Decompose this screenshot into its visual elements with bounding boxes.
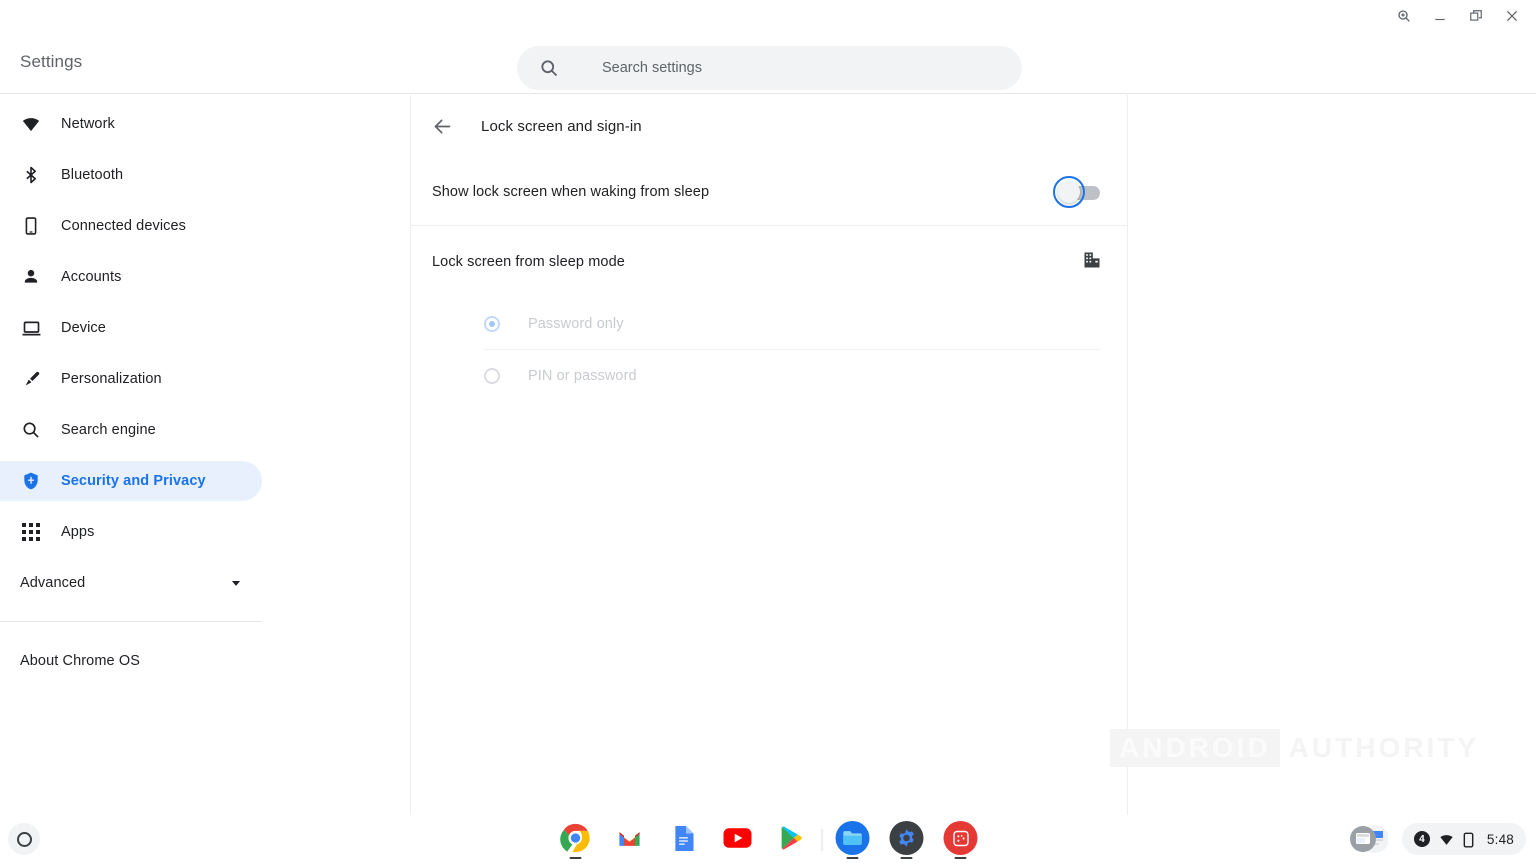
sidebar-item-label: Bluetooth bbox=[61, 167, 124, 183]
shelf-app-files[interactable] bbox=[826, 821, 880, 859]
radio-label: Password only bbox=[528, 315, 624, 332]
sidebar-item-label: Apps bbox=[61, 524, 95, 540]
sidebar-item-apps[interactable]: Apps bbox=[0, 512, 262, 552]
sidebar-item-label: Device bbox=[61, 320, 106, 336]
sidebar-item-personalization[interactable]: Personalization bbox=[0, 359, 262, 399]
battery-icon bbox=[1463, 832, 1478, 848]
phone-icon bbox=[20, 215, 42, 237]
chevron-down-icon bbox=[229, 576, 243, 590]
show-lock-screen-row[interactable]: Show lock screen when waking from sleep bbox=[411, 158, 1127, 226]
settings-gear-icon bbox=[889, 821, 924, 855]
page-title: Settings bbox=[20, 52, 83, 71]
watermark-suffix: AUTHORITY bbox=[1288, 732, 1479, 763]
chromeos-settings-screen: Settings Network bbox=[0, 0, 1536, 864]
sidebar-item-about-chrome-os[interactable]: About Chrome OS bbox=[0, 641, 262, 681]
radio-button[interactable] bbox=[484, 315, 500, 332]
shelf: 4 5:48 bbox=[0, 815, 1536, 864]
search-icon bbox=[539, 58, 559, 78]
shelf-app-play-store[interactable] bbox=[765, 821, 819, 859]
search-bar[interactable] bbox=[517, 46, 1022, 90]
maximize-icon[interactable] bbox=[1458, 1, 1494, 31]
notification-count-badge: 4 bbox=[1413, 831, 1430, 847]
shelf-app-dice[interactable] bbox=[934, 821, 988, 859]
person-icon bbox=[20, 266, 42, 288]
tray-window-preview[interactable] bbox=[1350, 822, 1389, 856]
sidebar-item-label: Accounts bbox=[61, 269, 122, 285]
shield-icon bbox=[20, 470, 42, 492]
sidebar-item-label: Connected devices bbox=[61, 218, 187, 234]
paintbrush-icon bbox=[20, 368, 42, 390]
content-header: Lock screen and sign-in bbox=[411, 95, 1127, 158]
radio-row-pin-or-password[interactable]: PIN or password bbox=[484, 350, 1100, 402]
sidebar-divider bbox=[0, 621, 262, 622]
settings-content-panel: Lock screen and sign-in Show lock screen… bbox=[410, 95, 1128, 815]
files-icon bbox=[835, 821, 870, 855]
dice-app-icon bbox=[943, 821, 978, 855]
watermark: ANDROID AUTHORITY bbox=[1110, 729, 1479, 767]
bluetooth-icon bbox=[20, 164, 42, 186]
close-icon[interactable] bbox=[1494, 1, 1530, 31]
system-tray[interactable]: 4 5:48 bbox=[1401, 823, 1526, 855]
play-store-icon bbox=[774, 821, 809, 855]
sidebar-item-label: Personalization bbox=[61, 371, 162, 387]
shelf-separator bbox=[821, 829, 823, 851]
settings-sidebar: Network Bluetooth Connected devices Acco… bbox=[0, 95, 410, 815]
right-empty-pane: ANDROID AUTHORITY bbox=[1110, 95, 1536, 815]
radio-label: PIN or password bbox=[528, 368, 637, 384]
content-title: Lock screen and sign-in bbox=[481, 118, 642, 135]
sidebar-item-label: Security and Privacy bbox=[61, 473, 206, 489]
back-arrow-icon[interactable] bbox=[432, 116, 453, 137]
shelf-app-chrome[interactable] bbox=[549, 821, 603, 859]
sidebar-item-advanced[interactable]: Advanced bbox=[0, 563, 262, 603]
shelf-app-settings[interactable] bbox=[880, 821, 934, 859]
minimize-icon[interactable] bbox=[1422, 1, 1458, 31]
shelf-app-gmail[interactable] bbox=[603, 821, 657, 859]
clock: 5:48 bbox=[1486, 831, 1514, 847]
search-input[interactable] bbox=[602, 60, 982, 76]
youtube-icon bbox=[720, 821, 755, 855]
settings-header: Settings bbox=[0, 31, 1536, 94]
shelf-app-list bbox=[549, 821, 988, 859]
sidebar-item-search-engine[interactable]: Search engine bbox=[0, 410, 262, 450]
section-head: Lock screen from sleep mode bbox=[432, 226, 1100, 298]
launcher-circle-icon[interactable] bbox=[8, 823, 40, 855]
sidebar-item-label: Search engine bbox=[61, 422, 156, 438]
laptop-icon bbox=[20, 317, 42, 339]
docs-icon bbox=[666, 821, 701, 855]
wifi-icon bbox=[20, 113, 42, 135]
show-lock-screen-toggle[interactable] bbox=[1053, 175, 1100, 208]
zoom-search-icon[interactable] bbox=[1386, 1, 1422, 31]
chrome-icon bbox=[559, 821, 593, 855]
show-lock-screen-label: Show lock screen when waking from sleep bbox=[432, 183, 710, 200]
enterprise-building-icon[interactable] bbox=[1082, 250, 1102, 270]
sidebar-item-security-and-privacy[interactable]: Security and Privacy bbox=[0, 461, 262, 501]
shelf-app-docs[interactable] bbox=[657, 821, 711, 859]
radio-row-password-only[interactable]: Password only bbox=[484, 298, 1100, 350]
sidebar-item-bluetooth[interactable]: Bluetooth bbox=[0, 155, 262, 195]
sidebar-advanced-label: Advanced bbox=[20, 575, 86, 591]
sidebar-item-device[interactable]: Device bbox=[0, 308, 262, 348]
window-titlebar bbox=[0, 0, 1536, 31]
sidebar-item-network[interactable]: Network bbox=[0, 104, 262, 144]
magnifier-icon bbox=[20, 419, 42, 441]
lock-screen-sleep-mode-section: Lock screen from sleep mode Password onl… bbox=[411, 226, 1127, 402]
sidebar-item-accounts[interactable]: Accounts bbox=[0, 257, 262, 297]
window-stack-icon bbox=[1350, 822, 1389, 856]
watermark-brand: ANDROID bbox=[1110, 729, 1280, 767]
gmail-icon bbox=[612, 821, 647, 855]
grid-apps-icon bbox=[20, 521, 42, 543]
section-title: Lock screen from sleep mode bbox=[432, 254, 625, 270]
sidebar-item-connected-devices[interactable]: Connected devices bbox=[0, 206, 262, 246]
sidebar-item-label: Network bbox=[61, 116, 115, 132]
launcher-ring bbox=[16, 831, 32, 847]
wifi-icon bbox=[1439, 832, 1454, 847]
toggle-focus-ring bbox=[1053, 175, 1085, 208]
shelf-app-youtube[interactable] bbox=[711, 821, 765, 859]
radio-button[interactable] bbox=[484, 368, 500, 384]
sidebar-about-label: About Chrome OS bbox=[20, 653, 140, 669]
